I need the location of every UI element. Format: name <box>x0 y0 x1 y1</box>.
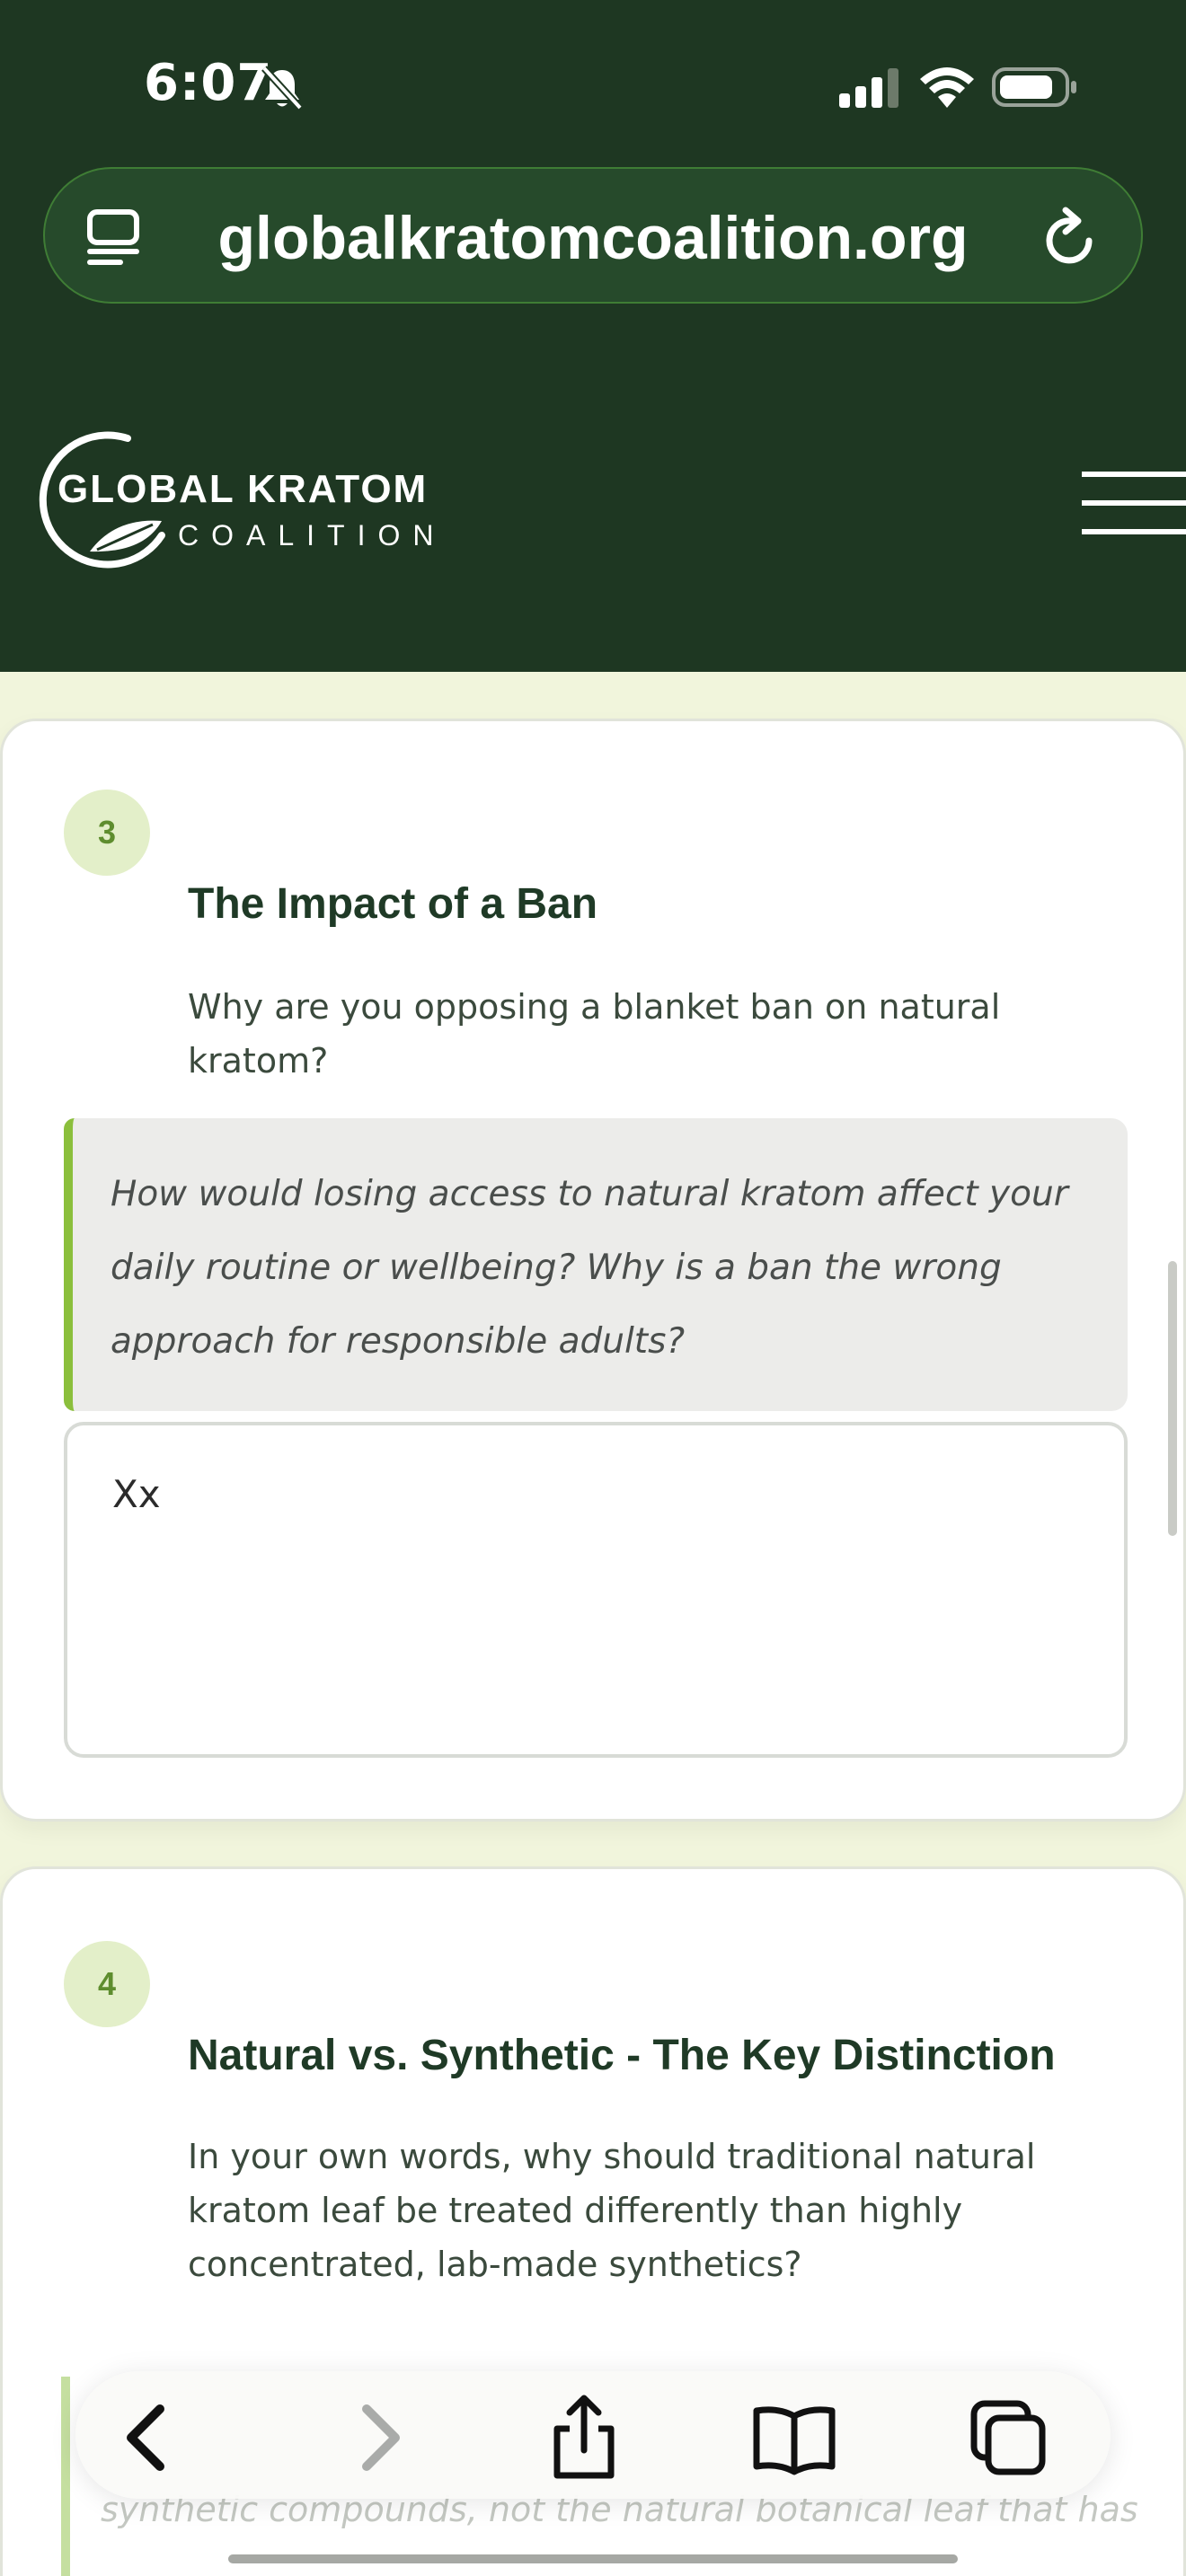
answer-value[interactable]: Xx <box>112 1472 161 1516</box>
answer-textarea[interactable]: Xx <box>64 1422 1128 1758</box>
share-icon[interactable] <box>541 2395 627 2481</box>
reader-icon[interactable] <box>84 207 146 268</box>
question-number-badge: 4 <box>64 1941 150 2027</box>
logo-title: GLOBAL KRATOM <box>58 467 429 511</box>
reload-icon[interactable] <box>1040 205 1102 269</box>
bell-slash-icon <box>261 66 303 110</box>
question-text: Why are you opposing a blanket ban on na… <box>188 987 1001 1081</box>
site-logo[interactable]: GLOBAL KRATOM COALITION <box>27 428 458 571</box>
tabs-icon[interactable] <box>965 2395 1051 2481</box>
bookmarks-icon[interactable] <box>751 2395 837 2481</box>
browser-toolbar <box>75 2371 1111 2499</box>
url-text[interactable]: globalkratomcoalition.org <box>180 203 1006 273</box>
question-title: The Impact of a Ban <box>188 880 598 928</box>
question-text: In your own words, why should traditiona… <box>188 2137 1036 2284</box>
page-scrollbar[interactable] <box>1168 1261 1177 1536</box>
prompt-accent-bar <box>61 2377 70 2576</box>
prompt-box: How would losing access to natural krato… <box>64 1118 1128 1411</box>
back-icon[interactable] <box>108 2395 194 2481</box>
question-title: Natural vs. Synthetic - The Key Distinct… <box>188 2032 1056 2079</box>
prompt-text: How would losing access to natural krato… <box>111 1174 1068 1362</box>
address-bar[interactable]: globalkratomcoalition.org <box>43 167 1143 304</box>
logo-subtitle: COALITION <box>178 519 447 551</box>
hamburger-menu-icon[interactable] <box>1080 469 1186 539</box>
top-header: 6:07 globalkratomcoalition.org GLOBAL KR… <box>0 0 1186 672</box>
question-number-badge: 3 <box>64 790 150 876</box>
home-indicator <box>228 2554 958 2563</box>
question-card-3: 3 The Impact of a Ban Why are you opposi… <box>0 719 1186 1822</box>
forward-icon[interactable] <box>332 2395 419 2481</box>
wifi-icon <box>920 67 974 108</box>
battery-icon <box>992 67 1076 107</box>
status-time: 6:07 <box>144 54 273 112</box>
cellular-signal-icon <box>839 68 898 108</box>
